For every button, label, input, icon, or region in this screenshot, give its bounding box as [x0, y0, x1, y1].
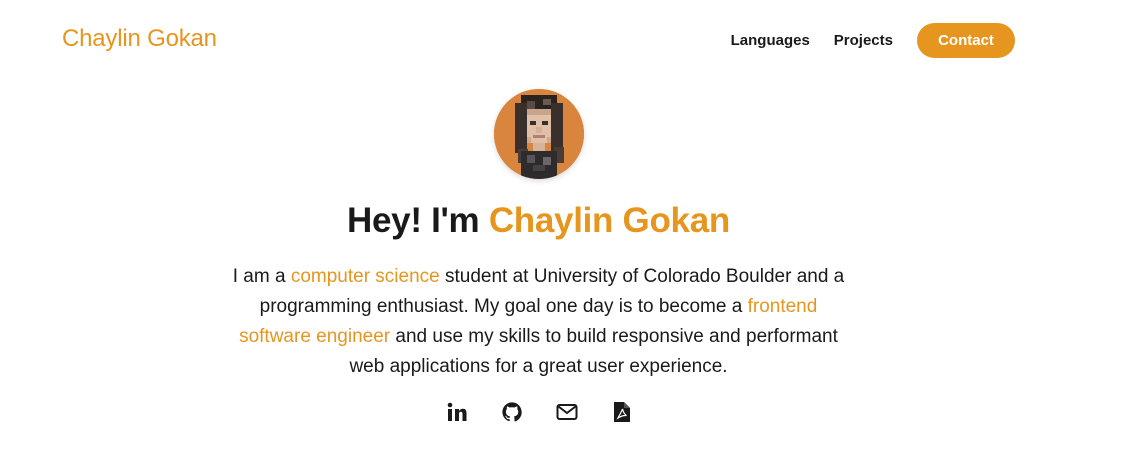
github-link[interactable]	[501, 401, 523, 423]
envelope-icon	[556, 404, 578, 420]
email-link[interactable]	[556, 401, 578, 423]
linkedin-link[interactable]	[446, 401, 468, 423]
bio-text-part1: I am a	[232, 266, 291, 287]
bio-paragraph: I am a computer science student at Unive…	[230, 262, 847, 382]
contact-button[interactable]: Contact	[917, 23, 1015, 58]
pixel-avatar-image	[494, 89, 584, 179]
nav-projects-link[interactable]: Projects	[834, 32, 893, 49]
hero-greeting: Hey! I'm	[347, 201, 480, 240]
nav-languages-link[interactable]: Languages	[731, 32, 810, 49]
bio-text-part3: and use my skills to build responsive an…	[349, 326, 838, 377]
github-icon	[502, 402, 522, 422]
bio-highlight-computer-science: computer science	[290, 266, 440, 287]
linkedin-icon	[447, 402, 467, 421]
top-nav: Languages Projects Contact	[731, 23, 1015, 58]
brand-logo-link[interactable]: Chaylin Gokan	[62, 25, 217, 53]
hero-name: Chaylin Gokan	[488, 201, 730, 240]
social-links	[446, 401, 666, 423]
pdf-file-icon	[614, 402, 630, 422]
resume-pdf-link[interactable]	[611, 401, 633, 423]
portfolio-page: Chaylin Gokan Languages Projects Contact	[0, 0, 1129, 465]
avatar	[494, 89, 584, 179]
hero-heading: Hey! I'm Chaylin Gokan	[0, 201, 1077, 241]
